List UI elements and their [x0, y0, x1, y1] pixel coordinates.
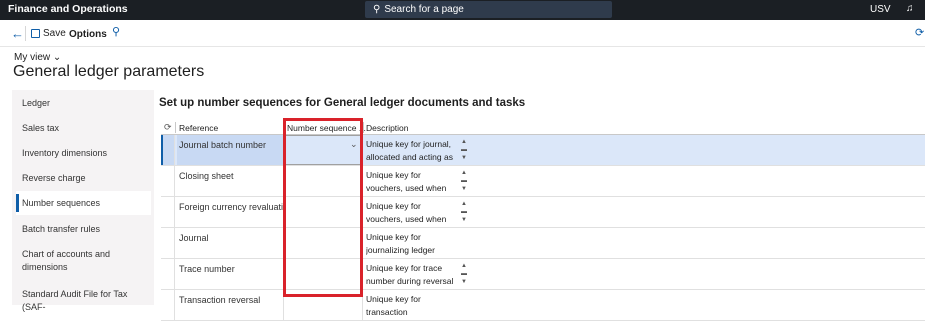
description-cell: Unique key for vouchers, used when posti… — [366, 170, 447, 193]
page-title: General ledger parameters — [13, 63, 205, 80]
description-cell: Unique key for journal, allocated and ac… — [366, 139, 453, 162]
reference-cell: Journal batch number — [179, 140, 267, 150]
table-row[interactable]: Transaction reversal Unique key for tran… — [161, 290, 925, 321]
table-row[interactable]: Foreign currency revaluati... Unique key… — [161, 197, 925, 228]
nav-item-ledger[interactable]: Ledger — [22, 97, 50, 110]
nav-item-batch-transfer-rules[interactable]: Batch transfer rules — [22, 223, 100, 236]
description-cell: Unique key for vouchers, used when posti… — [366, 201, 447, 224]
nav-item-inventory-dimensions[interactable]: Inventory dimensions — [22, 147, 107, 160]
nav-item-chart-of-accounts[interactable]: Chart of accounts and dimensions — [22, 248, 127, 274]
text-scroll-icon[interactable]: ▲ ▬ ▼ — [460, 200, 468, 226]
number-sequences-grid: ⟳ Reference Number sequence ... Descript… — [161, 120, 925, 321]
nav-item-saf-t[interactable]: Standard Audit File for Tax (SAF- — [22, 288, 152, 314]
reference-cell: Trace number — [179, 264, 235, 274]
reference-cell: Closing sheet — [179, 171, 234, 181]
top-nav-bar: Finance and Operations ⚲ Search for a pa… — [0, 0, 925, 20]
action-search-icon[interactable]: ⚲ — [112, 25, 120, 38]
nav-selected-indicator — [16, 194, 19, 212]
row-selector[interactable] — [161, 228, 175, 258]
column-divider — [175, 122, 176, 133]
my-view-dropdown[interactable]: My view ⌄ — [14, 52, 61, 63]
row-selector[interactable] — [161, 259, 175, 289]
text-scroll-icon[interactable]: ▲ ▬ ▼ — [460, 169, 468, 195]
row-selector[interactable] — [161, 290, 175, 320]
text-scroll-icon[interactable]: ▲ ▬ ▼ — [460, 262, 468, 288]
table-row[interactable]: Trace number Unique key for trace number… — [161, 259, 925, 290]
column-header-reference[interactable]: Reference — [179, 123, 218, 133]
reference-cell: Transaction reversal — [179, 295, 261, 305]
description-cell: Unique key for journalizing ledger trans… — [366, 232, 435, 255]
app-title[interactable]: Finance and Operations — [8, 3, 128, 15]
notification-bell-icon[interactable]: ♫ — [906, 3, 914, 14]
chevron-down-icon: ⌄ — [52, 52, 62, 63]
back-arrow-icon[interactable]: ← — [11, 26, 24, 41]
save-label: Save — [43, 28, 66, 39]
nav-item-sales-tax[interactable]: Sales tax — [22, 122, 59, 135]
highlight-box — [283, 118, 363, 297]
grid-header-row: ⟳ Reference Number sequence ... Descript… — [161, 120, 925, 135]
my-view-label: My view — [14, 52, 51, 63]
text-scroll-icon[interactable]: ▲ ▬ ▼ — [460, 138, 468, 164]
row-selector[interactable] — [161, 135, 175, 165]
nav-item-number-sequences[interactable]: Number sequences — [22, 197, 100, 210]
reference-cell: Foreign currency revaluati... — [179, 202, 283, 212]
save-button[interactable]: Save — [31, 28, 66, 39]
column-divider — [363, 122, 364, 133]
options-button[interactable]: Options — [69, 29, 107, 40]
description-cell: Unique key for transaction — [366, 294, 421, 317]
refresh-icon[interactable]: ⟳ — [164, 122, 172, 133]
divider — [25, 26, 26, 41]
description-cell: Unique key for trace number during rever… — [366, 263, 454, 286]
table-row[interactable]: Journal batch number ⌄ Unique key for jo… — [161, 135, 925, 166]
save-disk-icon — [31, 29, 40, 38]
settings-sync-icon[interactable]: ⟳ — [915, 26, 924, 39]
company-picker[interactable]: USV — [870, 4, 891, 15]
search-placeholder: Search for a page — [384, 4, 464, 15]
nav-item-reverse-charge[interactable]: Reverse charge — [22, 172, 86, 185]
section-title: Set up number sequences for General ledg… — [159, 97, 526, 109]
left-tab-nav: Ledger Sales tax Inventory dimensions Re… — [12, 90, 154, 312]
table-row[interactable]: Journal Unique key for journalizing ledg… — [161, 228, 925, 259]
search-icon: ⚲ — [373, 4, 381, 15]
global-search-box[interactable]: ⚲ Search for a page — [365, 1, 612, 18]
action-pane: ← Save Options ⚲ ⟳ — [0, 20, 925, 47]
column-header-description[interactable]: Description — [366, 123, 409, 133]
row-selector[interactable] — [161, 197, 175, 227]
reference-cell: Journal — [179, 233, 209, 243]
table-row[interactable]: Closing sheet Unique key for vouchers, u… — [161, 166, 925, 197]
row-selector[interactable] — [161, 166, 175, 196]
